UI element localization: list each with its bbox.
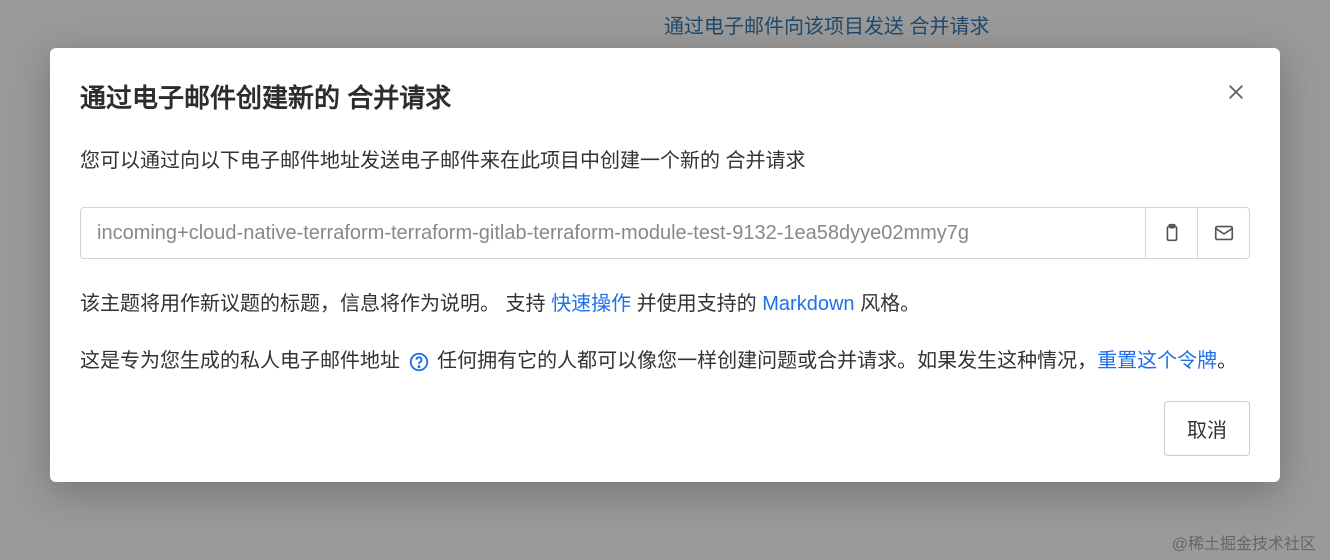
- modal-description: 您可以通过向以下电子邮件地址发送电子邮件来在此项目中创建一个新的 合并请求: [80, 145, 1250, 177]
- help-text-2-post: 。: [1217, 350, 1237, 372]
- backdrop-link[interactable]: 通过电子邮件向该项目发送 合并请求: [664, 10, 990, 39]
- modal-footer: 取消: [80, 401, 1250, 456]
- help-text-1-mid: 并使用支持的: [631, 293, 762, 315]
- help-text-1-post: 风格。: [855, 293, 921, 315]
- copy-button[interactable]: [1146, 207, 1198, 259]
- help-text-1: 该主题将用作新议题的标题，信息将作为说明。 支持 快速操作 并使用支持的 Mar…: [80, 287, 1250, 322]
- help-text-1-pre: 该主题将用作新议题的标题，信息将作为说明。 支持: [80, 293, 551, 315]
- email-input-row: [80, 207, 1250, 259]
- help-text-2-pre: 这是专为您生成的私人电子邮件地址: [80, 350, 406, 372]
- help-text-2: 这是专为您生成的私人电子邮件地址 任何拥有它的人都可以像您一样创建问题或合并请求…: [80, 344, 1250, 379]
- help-text-2-mid: 任何拥有它的人都可以像您一样创建问题或合并请求。如果发生这种情况，: [432, 350, 1098, 372]
- quick-actions-link[interactable]: 快速操作: [551, 293, 631, 315]
- email-modal: 通过电子邮件创建新的 合并请求 您可以通过向以下电子邮件地址发送电子邮件来在此项…: [50, 48, 1280, 482]
- help-icon[interactable]: [408, 351, 430, 373]
- modal-header: 通过电子邮件创建新的 合并请求: [80, 78, 1250, 115]
- close-button[interactable]: [1222, 78, 1250, 111]
- close-icon: [1226, 82, 1246, 102]
- mail-button[interactable]: [1198, 207, 1250, 259]
- modal-title: 通过电子邮件创建新的 合并请求: [80, 78, 451, 115]
- markdown-link[interactable]: Markdown: [762, 293, 854, 315]
- email-address-input[interactable]: [80, 207, 1146, 259]
- reset-token-link[interactable]: 重置这个令牌: [1097, 350, 1217, 372]
- watermark: @稀土掘金技术社区: [1172, 530, 1316, 554]
- envelope-icon: [1213, 222, 1235, 244]
- clipboard-icon: [1161, 222, 1183, 244]
- cancel-button[interactable]: 取消: [1164, 401, 1250, 456]
